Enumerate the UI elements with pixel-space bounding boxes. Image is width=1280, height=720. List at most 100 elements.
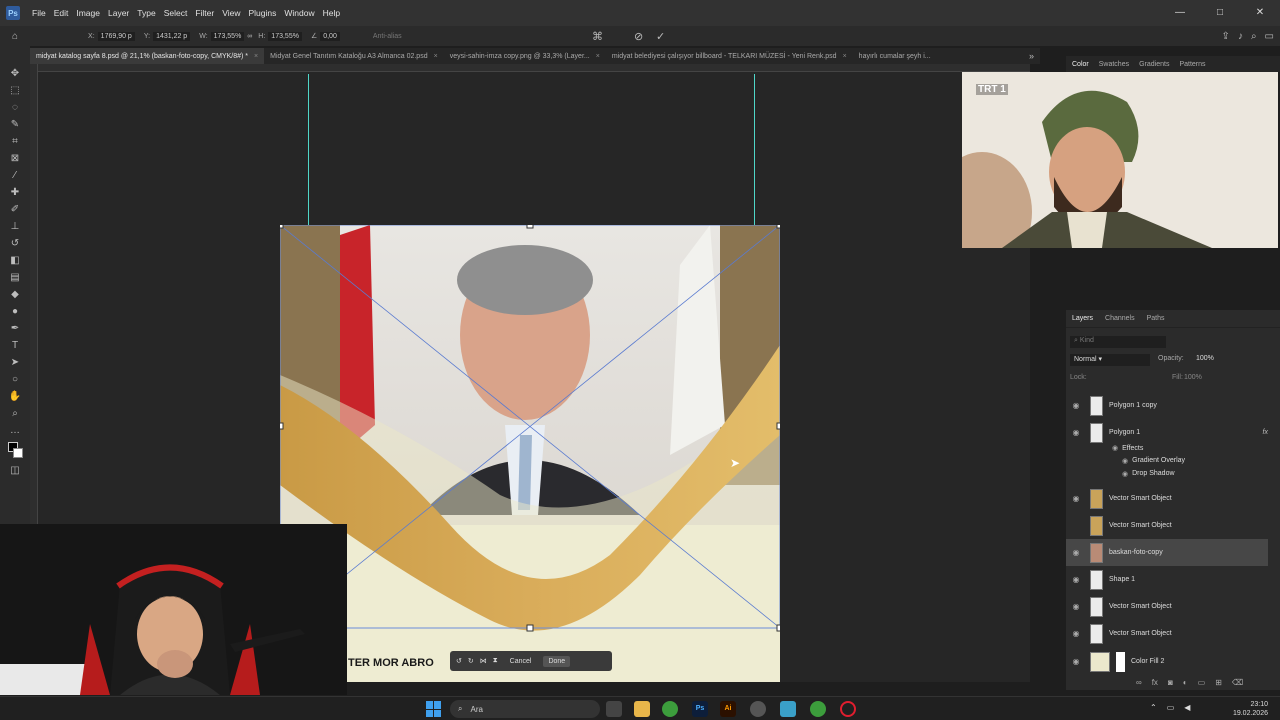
pen-tool-icon[interactable]: ✒ [6,321,24,337]
volume-icon[interactable]: ◀ [1184,703,1190,712]
doc-tab[interactable]: midyat belediyesi çalışıyor billboard - … [606,48,853,64]
menu-plugins[interactable]: Plugins [244,8,280,18]
minimize-icon[interactable]: — [1160,0,1200,26]
tab-channels[interactable]: Channels [1105,315,1135,322]
task-view-icon[interactable] [606,701,622,717]
effects-row[interactable]: ◉ Effects [1066,441,1268,455]
menu-view[interactable]: View [218,8,244,18]
flip-icon[interactable]: ⋈ [480,657,487,665]
tab-patterns[interactable]: Patterns [1179,61,1205,68]
photoshop-icon[interactable]: Ps [692,701,708,717]
hand-tool-icon[interactable]: ✋ [6,389,24,405]
transform-cancel-button[interactable]: Cancel [510,658,532,665]
menu-file[interactable]: File [28,8,50,18]
tab-layers[interactable]: Layers [1072,315,1093,322]
fill-field[interactable]: 100% [1184,374,1202,381]
frame-tool-icon[interactable]: ⊠ [6,151,24,167]
eye-icon[interactable]: ◉ [1066,401,1086,410]
menu-help[interactable]: Help [319,8,344,18]
eye-icon[interactable]: ◉ [1066,428,1086,437]
taskbar-clock[interactable]: 23:10 19.02.2026 [1233,700,1268,718]
lasso-tool-icon[interactable]: ◌ [6,100,24,116]
stamp-tool-icon[interactable]: ⊥ [6,219,24,235]
share-icon[interactable]: ⇪ [1222,31,1230,42]
eye-icon[interactable]: ◉ [1066,602,1086,611]
x-field[interactable]: 1769,90 p [97,31,135,41]
layer-row[interactable]: Vector Smart Object [1066,512,1268,539]
doc-tab[interactable]: Midyat Genel Tanıtım Kataloğu A3 Almanca… [264,48,444,64]
layer-filter-input[interactable]: ⌕ Kind [1070,336,1166,348]
eye-icon[interactable]: ◉ [1066,629,1086,638]
type-tool-icon[interactable]: T [6,338,24,354]
crop-tool-icon[interactable]: ⌗ [6,134,24,150]
group-icon[interactable]: ▭ [1198,678,1206,687]
menu-filter[interactable]: Filter [191,8,218,18]
search-icon[interactable]: ⌕ [1251,31,1257,42]
file-explorer-icon[interactable] [634,701,650,717]
eye-icon[interactable]: ◉ [1066,494,1086,503]
layer-row[interactable]: ◉ Vector Smart Object [1066,593,1268,620]
link-layers-icon[interactable]: ∞ [1136,678,1142,687]
close-icon[interactable]: ✕ [1240,0,1280,26]
link-icon[interactable]: ∞ [247,33,252,40]
doc-tab[interactable]: hayırlı cumalar şeyh i... [853,48,937,64]
rotate-right-icon[interactable]: ↻ [468,657,474,665]
close-tab-icon[interactable]: × [596,53,600,60]
tray-chevron-icon[interactable]: ⌃ [1150,703,1157,712]
effects-eye-icon[interactable]: ◉ [1112,444,1118,452]
effect-row[interactable]: ◉ Gradient Overlay [1066,454,1268,467]
menu-type[interactable]: Type [133,8,159,18]
warp-icon[interactable]: ⌘ [592,30,603,43]
opera-icon[interactable] [840,701,856,717]
network-icon[interactable]: ▭ [1167,703,1175,712]
layer-row-selected[interactable]: ◉ baskan-foto-copy [1066,539,1268,566]
menu-image[interactable]: Image [72,8,104,18]
commit-transform-icon[interactable]: ✓ [656,30,665,43]
tabs-overflow-icon[interactable]: » [1029,51,1040,61]
shape-tool-icon[interactable]: ○ [6,372,24,388]
layer-row[interactable]: ◉ Color Fill 2 [1066,648,1268,675]
layer-row[interactable]: ◉ Polygon 1 copy [1066,392,1268,419]
tab-swatches[interactable]: Swatches [1099,61,1129,68]
warp-icon[interactable]: ⧗ [493,657,498,665]
home-icon[interactable]: ⌂ [12,31,18,42]
doc-tab[interactable]: midyat katalog sayfa 8.psd @ 21,1% (bask… [30,48,265,64]
add-style-icon[interactable]: fx [1152,678,1158,687]
angle-field[interactable]: 0,00 [320,31,340,41]
effect-row[interactable]: ◉ Drop Shadow [1066,467,1268,480]
delete-layer-icon[interactable]: ⌫ [1232,678,1243,687]
cancel-transform-icon[interactable]: ⊘ [634,30,643,43]
more-tools-icon[interactable]: … [6,423,24,439]
tab-gradients[interactable]: Gradients [1139,61,1169,68]
menu-layer[interactable]: Layer [104,8,133,18]
workspace-icon[interactable]: ▭ [1265,31,1274,42]
blend-mode-select[interactable]: Normal ▾ [1070,354,1150,366]
quick-mask-icon[interactable]: ◫ [6,463,24,479]
new-layer-icon[interactable]: ⊞ [1215,678,1222,687]
tab-color[interactable]: Color [1072,61,1089,68]
opacity-field[interactable]: 100% [1196,355,1214,362]
antialias-label[interactable]: Anti-alias [373,33,402,40]
history-brush-tool-icon[interactable]: ↺ [6,236,24,252]
maximize-icon[interactable]: □ [1200,0,1240,26]
chrome-icon[interactable] [662,701,678,717]
doc-tab[interactable]: veysi-sahin-imza copy.png @ 33,3% (Layer… [444,48,606,64]
menu-edit[interactable]: Edit [50,8,73,18]
close-tab-icon[interactable]: × [254,53,258,60]
quick-select-tool-icon[interactable]: ✎ [6,117,24,133]
transform-done-button[interactable]: Done [543,655,571,667]
eraser-tool-icon[interactable]: ◧ [6,253,24,269]
chrome-icon[interactable] [810,701,826,717]
eyedropper-tool-icon[interactable]: ⁄ [6,168,24,184]
app-icon[interactable] [750,701,766,717]
eye-icon[interactable]: ◉ [1066,575,1086,584]
w-field[interactable]: 173,55% [210,31,245,41]
illustrator-icon[interactable]: Ai [720,701,736,717]
rotate-left-icon[interactable]: ↺ [456,657,462,665]
brush-tool-icon[interactable]: ✐ [6,202,24,218]
dodge-tool-icon[interactable]: ● [6,304,24,320]
blur-tool-icon[interactable]: ◆ [6,287,24,303]
notes-icon[interactable] [780,701,796,717]
effect-eye-icon[interactable]: ◉ [1122,457,1128,465]
bell-icon[interactable]: ♪ [1238,31,1243,42]
